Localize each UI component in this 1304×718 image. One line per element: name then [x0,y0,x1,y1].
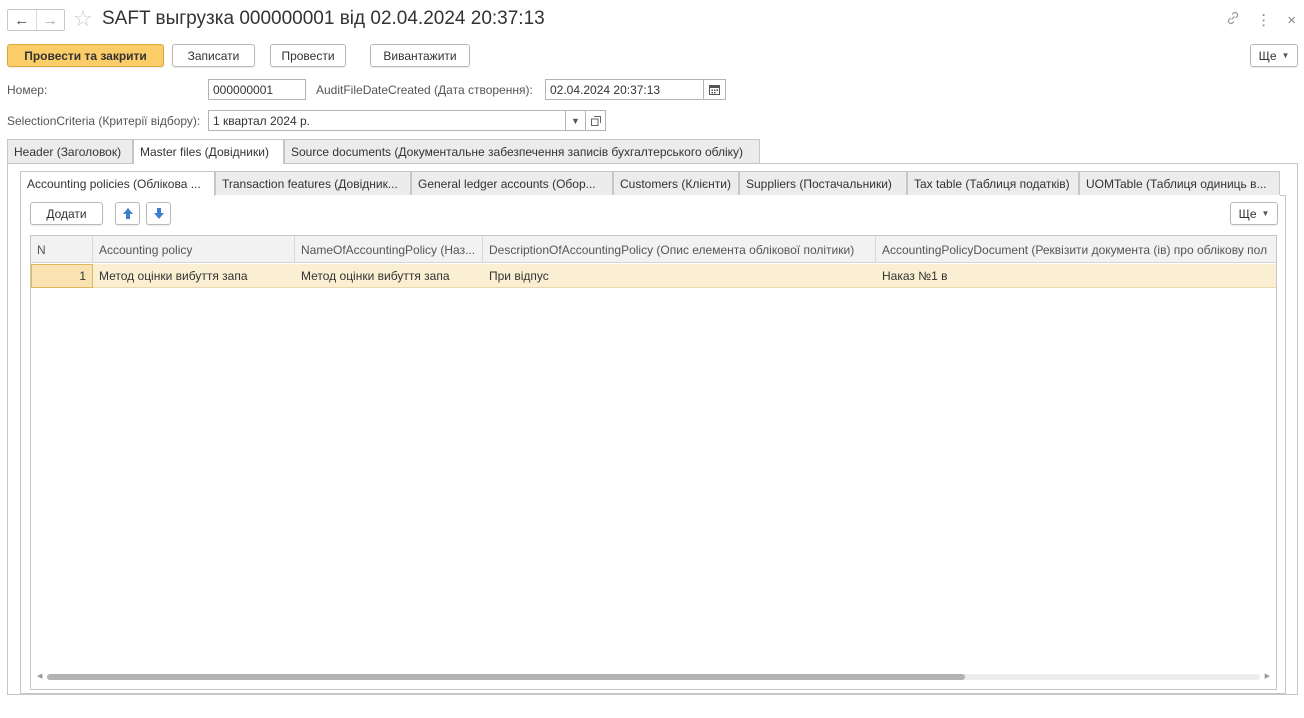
more-button[interactable]: Ще ▼ [1250,44,1298,67]
forward-button[interactable]: → [35,10,65,30]
window-controls: ⋮ × [1226,11,1296,29]
save-button[interactable]: Записати [172,44,255,67]
more-menu-icon[interactable]: ⋮ [1256,11,1271,29]
date-created-label: AuditFileDateCreated (Дата створення): [316,83,533,97]
subtab-customers[interactable]: Customers (Клієнти) [613,171,739,195]
arrow-down-icon [153,208,164,219]
number-label: Номер: [7,83,48,97]
chevron-down-icon: ▼ [571,115,580,126]
table-more-button[interactable]: Ще ▼ [1230,202,1278,225]
table-header: N Accounting policy NameOfAccountingPoli… [31,236,1276,263]
chevron-down-icon: ▼ [1261,209,1270,218]
horizontal-scrollbar[interactable]: ◀ ▶ [37,671,1270,683]
favorite-star-icon[interactable]: ☆ [73,8,93,30]
title-bar: ← → ☆ SAFT выгрузка 000000001 від 02.04.… [0,0,1304,40]
post-button[interactable]: Провести [270,44,346,67]
number-field[interactable]: 000000001 [208,79,306,100]
cell-name[interactable]: Метод оцінки вибуття запа [295,264,483,288]
close-icon[interactable]: × [1287,12,1296,29]
window-title: SAFT выгрузка 000000001 від 02.04.2024 2… [102,8,545,29]
more-button-label: Ще [1258,48,1277,63]
cell-n[interactable]: 1 [31,264,93,288]
link-icon[interactable] [1226,11,1240,29]
scrollbar-thumb[interactable] [47,674,965,680]
subtab-suppliers[interactable]: Suppliers (Постачальники) [739,171,907,195]
export-button[interactable]: Вивантажити [370,44,470,67]
column-header-document[interactable]: AccountingPolicyDocument (Реквізити доку… [876,236,1276,263]
move-up-button[interactable] [115,202,140,225]
link-svg [1228,11,1239,25]
selection-criteria-label: SelectionCriteria (Критерії відбору): [7,114,201,128]
calendar-button[interactable] [704,79,726,100]
subtab-transaction-features[interactable]: Transaction features (Довідник... [215,171,411,195]
criteria-dropdown-button[interactable]: ▼ [566,110,586,131]
subtab-tax-table[interactable]: Tax table (Таблиця податків) [907,171,1079,195]
cell-document[interactable]: Наказ №1 в [876,264,1276,288]
scroll-left-icon[interactable]: ◀ [37,671,42,683]
arrow-right-icon: → [42,11,58,29]
table-more-label: Ще [1238,206,1257,221]
cell-description[interactable]: При відпус [483,264,876,288]
add-button[interactable]: Додати [30,202,103,225]
chevron-down-icon: ▼ [1281,51,1290,60]
arrow-up-icon [122,208,133,219]
tab-header[interactable]: Header (Заголовок) [7,139,133,163]
table-row[interactable]: 1 Метод оцінки вибуття запа Метод оцінки… [31,264,1276,288]
subtab-accounting-policies[interactable]: Accounting policies (Облікова ... [20,171,215,196]
column-header-description[interactable]: DescriptionOfAccountingPolicy (Опис елем… [483,236,876,263]
open-window-icon [590,115,601,126]
arrow-left-icon: ← [14,11,30,29]
cell-accounting-policy[interactable]: Метод оцінки вибуття запа [93,264,295,288]
back-button[interactable]: ← [8,10,36,30]
column-header-n[interactable]: N [31,236,93,263]
navigation-group: ← → [7,9,65,31]
subtab-general-ledger[interactable]: General ledger accounts (Обор... [411,171,613,195]
accounting-policies-table: N Accounting policy NameOfAccountingPoli… [30,235,1277,690]
criteria-open-button[interactable] [586,110,606,131]
date-created-field[interactable]: 02.04.2024 20:37:13 [545,79,704,100]
post-and-close-button[interactable]: Провести та закрити [7,44,164,67]
calendar-icon [709,85,720,95]
subtab-uom-table[interactable]: UOMTable (Таблиця одиниць в... [1079,171,1280,195]
column-header-name[interactable]: NameOfAccountingPolicy (Наз... [295,236,483,263]
tab-source-documents[interactable]: Source documents (Документальне забезпеч… [284,139,760,163]
selection-criteria-field[interactable]: 1 квартал 2024 р. [208,110,566,131]
tab-master-files[interactable]: Master files (Довідники) [133,139,284,164]
scroll-right-icon[interactable]: ▶ [1265,671,1270,683]
column-header-accounting-policy[interactable]: Accounting policy [93,236,295,263]
move-down-button[interactable] [146,202,171,225]
